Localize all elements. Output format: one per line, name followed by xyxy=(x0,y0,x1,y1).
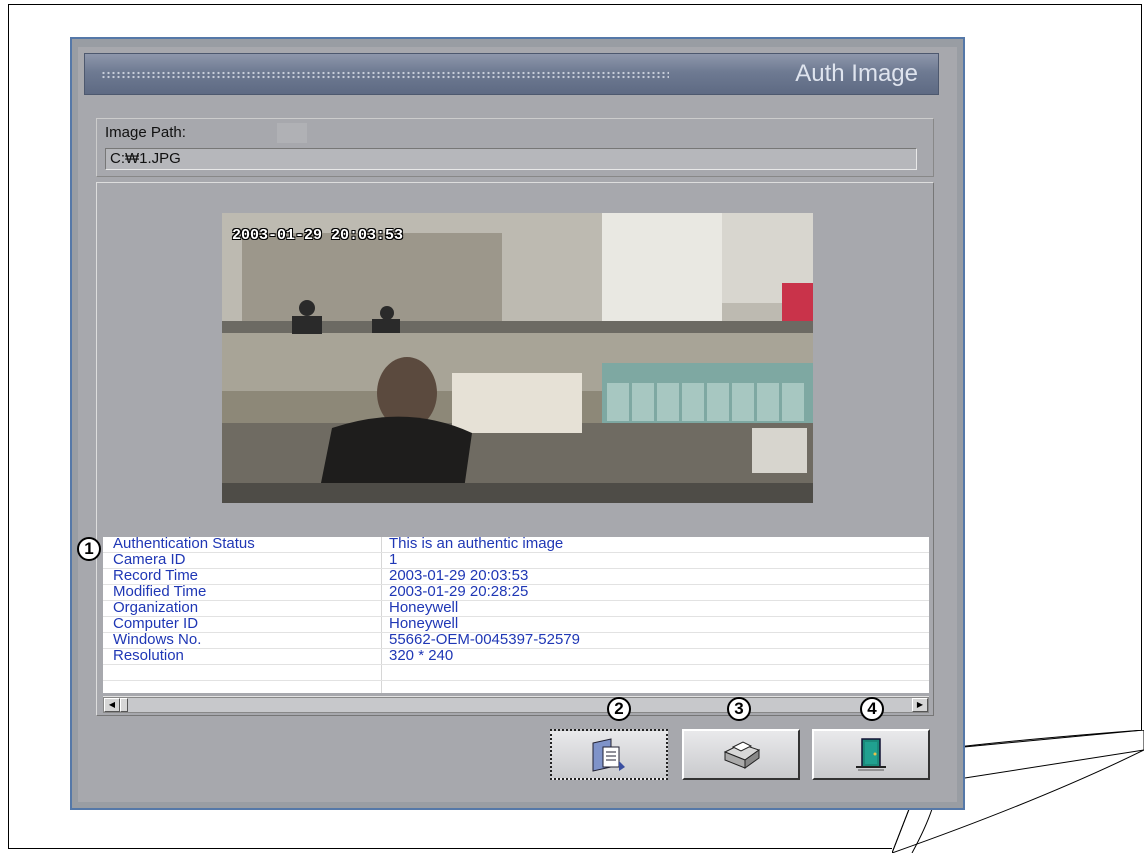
info-row-windows-no: Windows No. 55662-OEM-0045397-52579 xyxy=(103,631,929,649)
title-bar[interactable]: Auth Image xyxy=(84,53,939,95)
info-key: Camera ID xyxy=(113,551,186,568)
info-key: Authentication Status xyxy=(113,535,255,552)
info-value: 320 * 240 xyxy=(389,647,454,664)
info-value: 2003-01-29 20:03:53 xyxy=(389,567,529,584)
info-row-organization: Organization Honeywell xyxy=(103,599,929,617)
info-key: Organization xyxy=(113,599,199,616)
info-key: Modified Time xyxy=(113,583,207,600)
info-value: This is an authentic image xyxy=(389,535,564,552)
image-path-label-box xyxy=(277,123,307,143)
camera-image: 2003-01-29 20:03:53 xyxy=(222,213,813,503)
open-image-button[interactable] xyxy=(550,729,668,780)
scroll-right-button[interactable]: ▶ xyxy=(912,698,928,712)
image-path-filename: 1.JPG xyxy=(139,150,181,167)
authentication-info-table[interactable]: Authentication Status This is an authent… xyxy=(103,535,929,697)
horizontal-scrollbar[interactable]: ◀ ▶ xyxy=(103,697,929,713)
info-value: 55662-OEM-0045397-52579 xyxy=(389,631,580,648)
auth-image-window: Auth Image Image Path: C:₩1.JPG 2003-01-… xyxy=(70,37,965,810)
callout-3: 3 xyxy=(727,697,751,721)
print-button[interactable] xyxy=(682,729,800,780)
info-row-resolution: Resolution 320 * 240 xyxy=(103,647,929,665)
info-key: Resolution xyxy=(113,647,184,664)
callout-2: 2 xyxy=(607,697,631,721)
document-open-icon xyxy=(592,737,625,772)
info-row-authentication-status: Authentication Status This is an authent… xyxy=(103,535,929,553)
info-value: Honeywell xyxy=(389,615,459,632)
info-row-empty xyxy=(103,665,929,681)
image-path-panel: Image Path: C:₩1.JPG xyxy=(96,118,934,177)
callout-1: 1 xyxy=(77,537,101,561)
scroll-thumb[interactable] xyxy=(120,698,128,712)
info-row-modified-time: Modified Time 2003-01-29 20:28:25 xyxy=(103,583,929,601)
image-path-label: Image Path: xyxy=(105,124,186,141)
image-path-field[interactable]: C:₩1.JPG xyxy=(105,148,917,170)
info-value: 2003-01-29 20:28:25 xyxy=(389,583,529,600)
callout-4: 4 xyxy=(860,697,884,721)
office-scene-image xyxy=(222,213,813,503)
window-title: Auth Image xyxy=(795,60,918,87)
info-row-empty xyxy=(103,681,929,697)
info-value: Honeywell xyxy=(389,599,459,616)
won-sign-icon: ₩ xyxy=(125,150,140,167)
info-value: 1 xyxy=(389,551,398,568)
printer-icon xyxy=(723,740,761,769)
info-key: Record Time xyxy=(113,567,199,584)
scroll-left-button[interactable]: ◀ xyxy=(104,698,120,712)
title-bar-grip xyxy=(101,71,669,79)
image-content-panel: 2003-01-29 20:03:53 Authentication Statu… xyxy=(96,182,934,716)
info-key: Computer ID xyxy=(113,615,199,632)
photo-timestamp: 2003-01-29 20:03:53 xyxy=(232,227,404,244)
exit-door-icon xyxy=(856,737,886,770)
info-key: Windows No. xyxy=(113,631,202,648)
image-path-prefix: C: xyxy=(110,150,125,167)
exit-button[interactable] xyxy=(812,729,930,780)
